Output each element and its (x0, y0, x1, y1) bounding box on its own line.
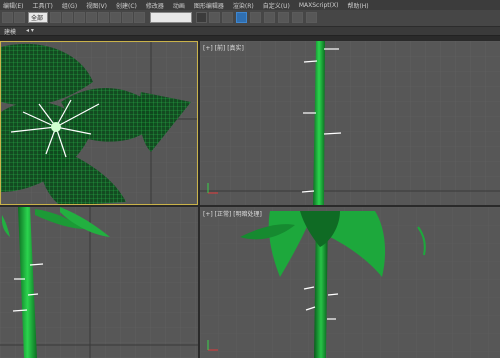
material-editor-icon[interactable] (264, 12, 275, 23)
render-icon[interactable] (306, 12, 317, 23)
select-icon[interactable] (74, 12, 85, 23)
scale-icon[interactable] (110, 12, 121, 23)
ribbon-label[interactable]: 建模 (4, 27, 16, 36)
viewport-bottom-left[interactable] (0, 207, 198, 358)
viewport-bottom-right-canvas (200, 207, 500, 358)
viewport-label-top-right[interactable]: [+] [前] [真实] (203, 43, 244, 52)
menu-item-graph-editors[interactable]: 图形编辑器 (194, 1, 224, 10)
menu-item-customize[interactable]: 自定义(U) (263, 1, 290, 10)
angle-snap-icon[interactable] (134, 12, 145, 23)
ribbon: 建模 ◂ ▾ (0, 27, 500, 36)
rotate-icon[interactable] (98, 12, 109, 23)
menu-item-maxscript[interactable]: MAXScript(X) (299, 2, 339, 9)
viewport-label-bottom-right[interactable]: [+] [正常] [明暗处理] (203, 209, 262, 218)
selection-filter-dropdown[interactable]: 全部 (28, 12, 48, 23)
viewport-top-right[interactable]: [+] [前] [真实] (200, 41, 500, 205)
viewport-bottom-right[interactable]: [+] [正常] [明暗处理] (200, 207, 500, 358)
menu-item-group[interactable]: 组(G) (62, 1, 77, 10)
viewport-top-right-canvas (200, 41, 500, 205)
layer-icon[interactable] (222, 12, 233, 23)
mirror-icon[interactable] (196, 12, 207, 23)
menu-item-rendering[interactable]: 渲染(R) (233, 1, 254, 10)
view-dropdown[interactable] (150, 12, 192, 23)
unlink-icon[interactable] (62, 12, 73, 23)
menu-bar: 编辑(E) 工具(T) 组(G) 视图(V) 创建(C) 修改器 动画 图形编辑… (0, 0, 500, 10)
menu-item-create[interactable]: 创建(C) (116, 1, 137, 10)
menu-item-animation[interactable]: 动画 (173, 1, 185, 10)
snap-icon[interactable] (122, 12, 133, 23)
move-icon[interactable] (86, 12, 97, 23)
main-toolbar: 全部 (0, 10, 500, 27)
menu-item-views[interactable]: 视图(V) (86, 1, 107, 10)
render-setup-icon[interactable] (278, 12, 289, 23)
menu-item-edit[interactable]: 编辑(E) (3, 1, 23, 10)
curve-editor-icon[interactable] (236, 12, 247, 23)
link-icon[interactable] (50, 12, 61, 23)
schematic-view-icon[interactable] (250, 12, 261, 23)
undo-icon[interactable] (2, 12, 13, 23)
redo-icon[interactable] (14, 12, 25, 23)
viewport-bottom-left-canvas (0, 207, 198, 358)
align-icon[interactable] (209, 12, 220, 23)
menu-item-modifiers[interactable]: 修改器 (146, 1, 164, 10)
ribbon-toggle-icon[interactable]: ◂ ▾ (26, 27, 34, 34)
viewport-top-left[interactable] (0, 41, 198, 205)
menu-item-help[interactable]: 帮助(H) (347, 1, 368, 10)
render-frame-icon[interactable] (292, 12, 303, 23)
menu-item-tools[interactable]: 工具(T) (32, 1, 52, 10)
viewport-top-left-canvas (1, 42, 197, 204)
